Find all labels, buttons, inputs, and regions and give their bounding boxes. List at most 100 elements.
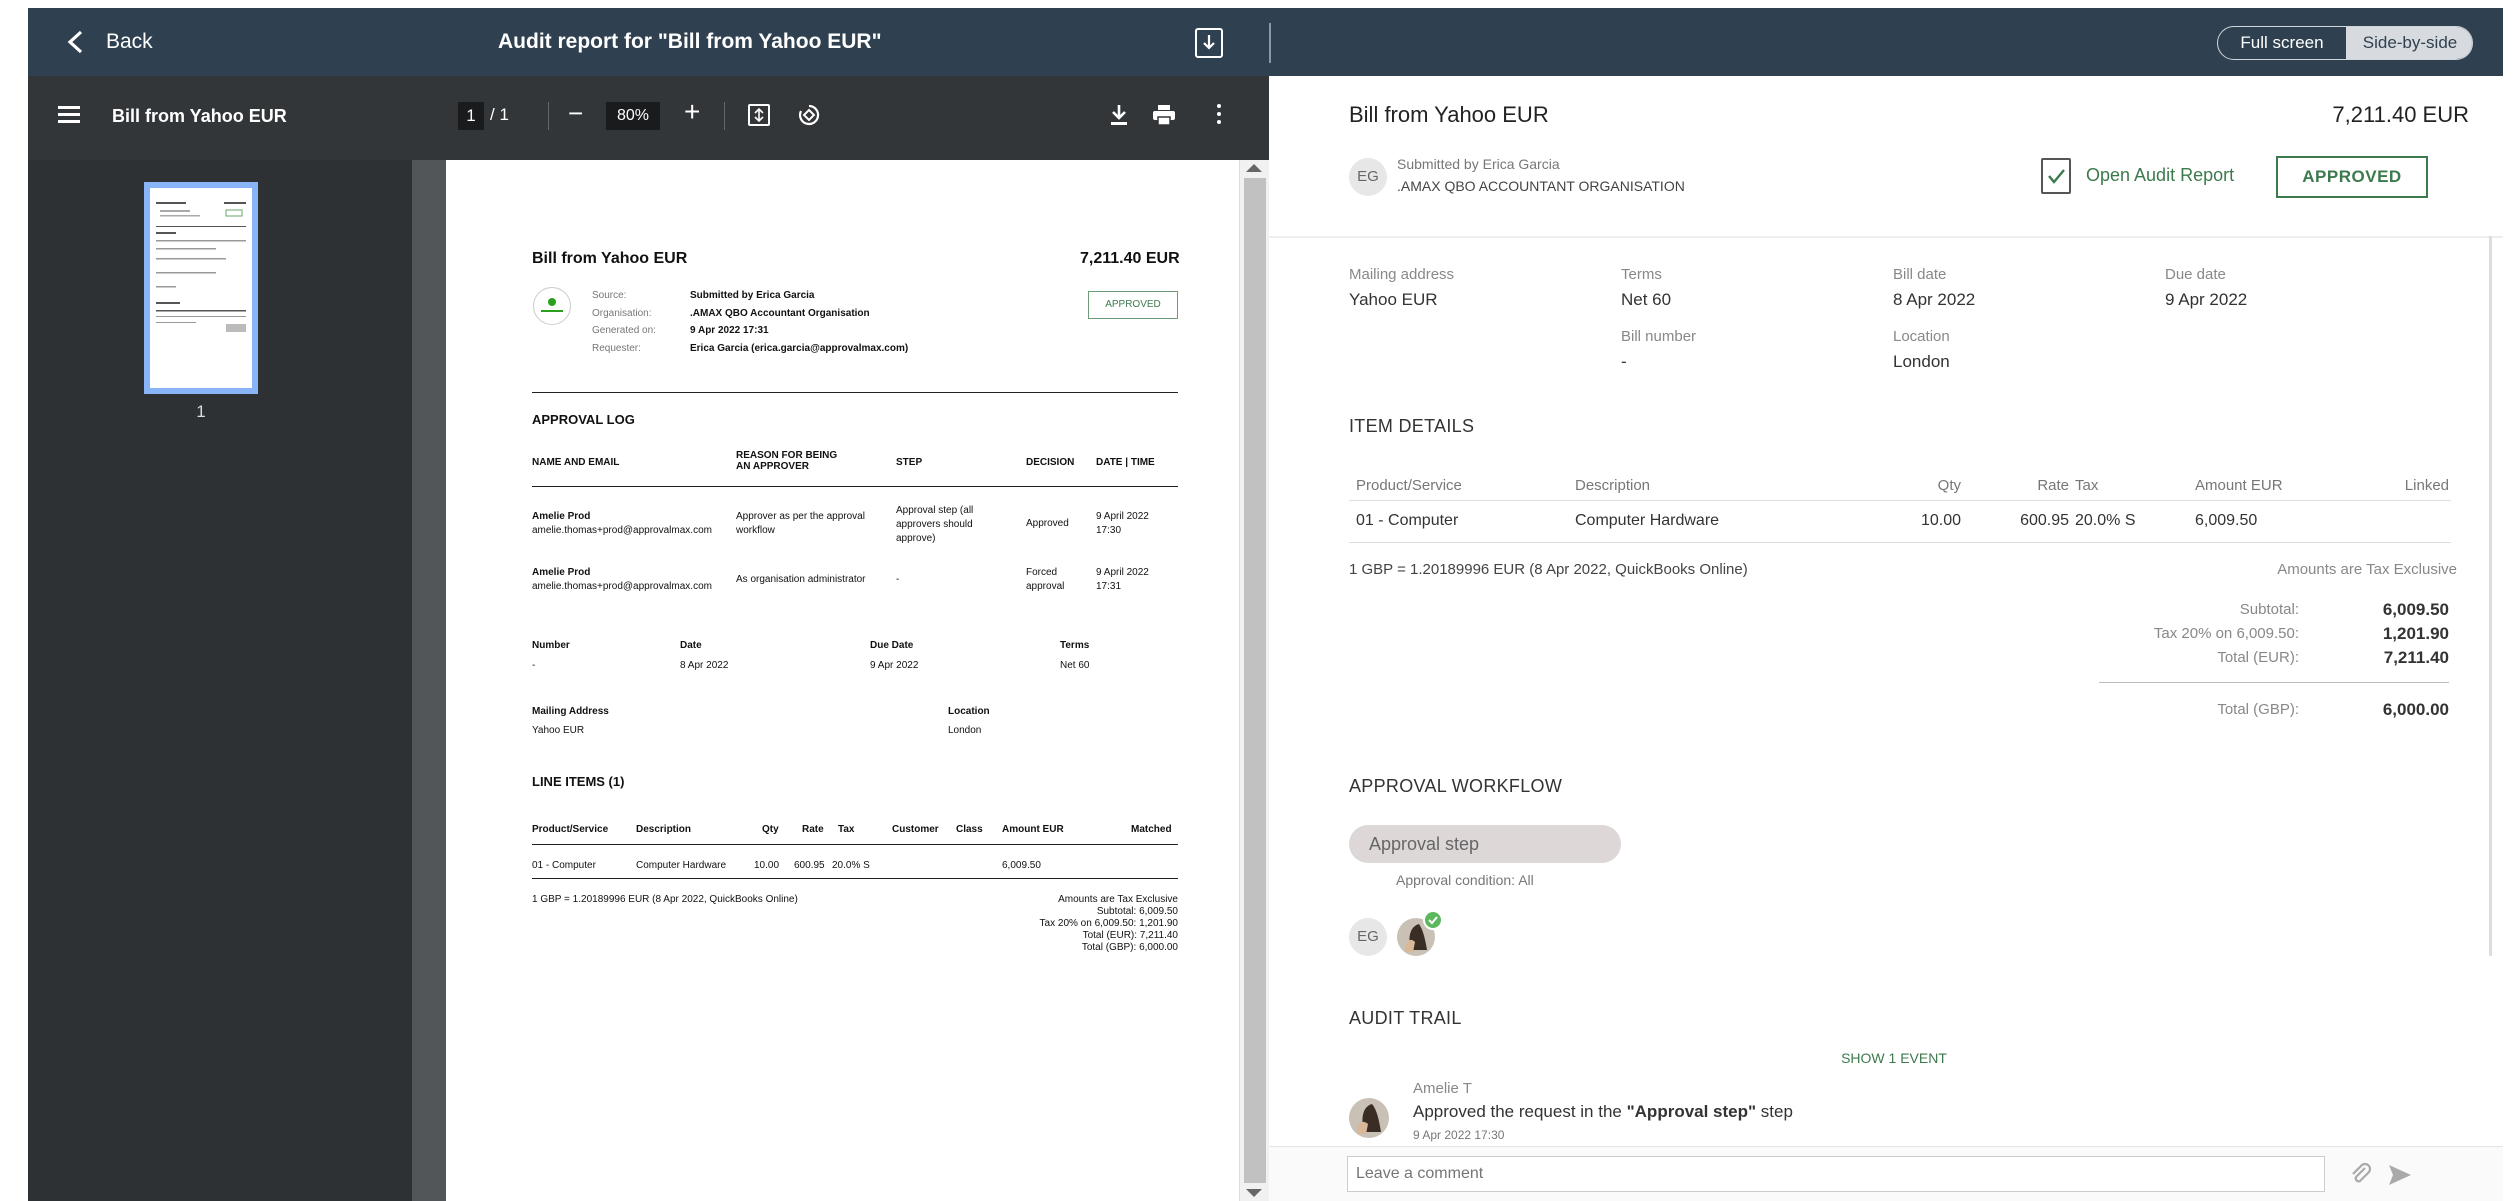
pdf-document-name: Bill from Yahoo EUR: [112, 106, 287, 126]
meta-label: Organisation:: [592, 307, 652, 319]
approved-check-icon: [1423, 910, 1443, 930]
location-label: Location: [948, 706, 990, 717]
avatar: EG: [1349, 158, 1387, 196]
bill-date-value: 8 Apr 2022: [1893, 290, 1976, 309]
log-email: amelie.thomas+prod@approvalmax.com: [532, 525, 712, 536]
report-status-badge: APPROVED: [1088, 291, 1178, 319]
avatar: EG: [1349, 918, 1387, 956]
event-time: 9 Apr 2022 17:30: [1413, 1128, 1505, 1142]
audit-report-check-icon[interactable]: [2041, 158, 2071, 194]
back-chevron-icon[interactable]: [62, 28, 90, 56]
meta-label: Requester:: [592, 342, 641, 354]
zoom-out-button[interactable]: −: [568, 98, 583, 129]
item-cell: 20.0% S: [2075, 512, 2136, 529]
page-thumbnail[interactable]: [144, 182, 258, 394]
meta-value: .AMAX QBO Accountant Organisation: [690, 307, 870, 319]
total-line: Amounts are Tax Exclusive: [1058, 894, 1178, 905]
meta-value: 9 Apr 2022 17:31: [690, 325, 769, 336]
full-screen-toggle[interactable]: Full screen: [2218, 27, 2346, 59]
line-item-header: Matched: [1131, 824, 1172, 835]
fx-rate: 1 GBP = 1.20189996 EUR (8 Apr 2022, Quic…: [1349, 561, 1748, 578]
line-item-cell: 20.0% S: [832, 860, 870, 871]
comment-input[interactable]: [1347, 1156, 2325, 1192]
pdf-page: Bill from Yahoo EUR 7,211.40 EUR Source:…: [446, 160, 1264, 1201]
report-totals: Amounts are Tax Exclusive Subtotal: 6,00…: [946, 894, 1178, 954]
meta-label: Generated on:: [592, 325, 656, 336]
approval-condition: Approval condition: All: [1396, 872, 1534, 888]
divider: [532, 878, 1178, 879]
due-date-value: 9 Apr 2022: [2165, 290, 2248, 309]
field-label: Mailing address: [1349, 266, 1455, 283]
mailing-address-label: Mailing Address: [532, 706, 609, 717]
event-text-pre: Approved the request in the: [1413, 1102, 1627, 1121]
item-header: Qty: [1937, 477, 1961, 494]
scroll-down-icon[interactable]: [1246, 1189, 1262, 1197]
send-icon[interactable]: [2387, 1162, 2413, 1188]
field-label: Bill number: [1621, 328, 1697, 345]
fit-page-icon[interactable]: [748, 104, 770, 126]
scroll-up-icon[interactable]: [1246, 164, 1262, 172]
download-icon[interactable]: [1108, 102, 1130, 128]
page-number-input[interactable]: 1: [458, 102, 484, 130]
field-label: Due date: [2165, 266, 2226, 283]
print-icon[interactable]: [1152, 104, 1176, 126]
status-badge: APPROVED: [2276, 156, 2428, 198]
line-item-header: Tax: [838, 824, 855, 835]
line-item-header: Class: [956, 824, 983, 835]
panel-scrollbar[interactable]: [2489, 236, 2492, 956]
line-item-cell: 600.95: [794, 860, 825, 871]
approval-step-pill[interactable]: Approval step: [1349, 825, 1621, 863]
divider: [532, 392, 1178, 393]
item-header: Description: [1575, 477, 1651, 494]
log-header: NAME AND EMAIL: [532, 457, 620, 468]
menu-icon[interactable]: [58, 106, 80, 124]
field-label: Bill date: [1893, 266, 1947, 283]
report-title: Bill from Yahoo EUR: [532, 250, 688, 267]
item-cell: 600.95: [2020, 512, 2069, 529]
line-item-header: Qty: [762, 824, 779, 835]
item-header: Rate: [2037, 477, 2069, 494]
info-label: Date: [680, 640, 702, 651]
meta-value: Erica Garcia (erica.garcia@approvalmax.c…: [690, 342, 909, 354]
report-amount: 7,211.40 EUR: [1080, 250, 1180, 267]
bill-details-panel: Full screen Side-by-side Bill from Yahoo…: [1269, 0, 2515, 1201]
zoom-input[interactable]: 80%: [606, 102, 660, 130]
back-button[interactable]: Back: [106, 30, 153, 54]
divider: [1269, 236, 2503, 238]
total-gbp-value: 6,000.00: [2382, 700, 2449, 719]
open-audit-report-link[interactable]: Open Audit Report: [2086, 165, 2234, 186]
info-label: Number: [532, 640, 570, 651]
scrollbar-thumb[interactable]: [1244, 178, 1266, 1183]
download-report-icon[interactable]: [1195, 28, 1223, 58]
audit-report-panel: Back Audit report for "Bill from Yahoo E…: [28, 8, 1269, 1201]
divider: [532, 486, 1178, 487]
log-email: amelie.thomas+prod@approvalmax.com: [532, 581, 712, 592]
view-mode-toggle: Full screen Side-by-side: [2217, 26, 2473, 60]
bill-amount: 7,211.40 EUR: [2332, 102, 2469, 127]
attachment-icon[interactable]: [2347, 1160, 2375, 1188]
log-row: Amelie Prod amelie.thomas+prod@approvalm…: [532, 566, 712, 594]
show-events-link[interactable]: SHOW 1 EVENT: [1669, 1050, 2119, 1066]
more-options-icon[interactable]: [1216, 104, 1222, 126]
meta-value: Submitted by Erica Garcia: [690, 290, 815, 301]
zoom-in-button[interactable]: +: [684, 96, 700, 128]
mailing-address-value: Yahoo EUR: [532, 725, 585, 736]
log-decision: Approved: [1026, 518, 1069, 529]
bill-title: Bill from Yahoo EUR: [1349, 102, 1549, 127]
terms-value: Net 60: [1621, 290, 1672, 309]
total-eur-value: 7,211.40: [2383, 648, 2449, 667]
bill-number-value: -: [1621, 352, 1627, 371]
line-item-cell: 6,009.50: [1002, 860, 1041, 871]
pdf-scrollbar[interactable]: [1239, 160, 1269, 1201]
rotate-icon[interactable]: [796, 102, 822, 128]
side-by-side-toggle[interactable]: Side-by-side: [2346, 27, 2472, 59]
report-header: Back Audit report for "Bill from Yahoo E…: [28, 8, 1269, 76]
divider: [1269, 23, 1271, 63]
line-item-cell: 10.00: [754, 860, 780, 871]
info-value: 9 Apr 2022: [870, 660, 919, 671]
item-cell: Computer Hardware: [1575, 512, 1720, 529]
item-cell: 01 - Computer: [1356, 512, 1459, 529]
log-date: 9 April 2022 17:30: [1096, 511, 1149, 536]
line-item-cell: Computer Hardware: [636, 860, 727, 871]
approval-log-title: APPROVAL LOG: [532, 412, 635, 427]
